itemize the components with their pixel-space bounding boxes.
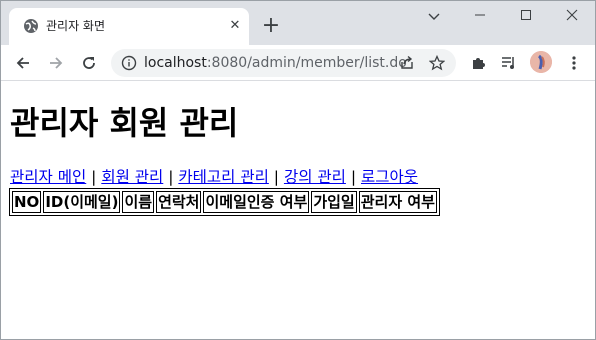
table-header-row: NO ID(이메일) 이름 연락처 이메일인증 여부 가입일 관리자 여부 [12, 191, 437, 213]
column-header-name: 이름 [122, 191, 155, 213]
minimize-icon[interactable] [465, 7, 495, 27]
tab-title: 관리자 화면 [46, 19, 106, 33]
menu-icon[interactable] [562, 51, 586, 75]
nav-link-member-management[interactable]: 회원 관리 [101, 168, 163, 186]
nav-separator: | [86, 168, 102, 186]
column-header-email-verified: 이메일인증 여부 [203, 191, 310, 213]
tab-search-icon[interactable] [419, 7, 449, 27]
window-close-icon[interactable] [557, 7, 587, 27]
globe-icon [23, 18, 39, 34]
tab-strip: 관리자 화면 ✕ + [1, 1, 595, 45]
nav-link-admin-main[interactable]: 관리자 메인 [10, 168, 86, 186]
column-header-no: NO [12, 191, 42, 213]
media-control-icon[interactable] [497, 51, 521, 75]
admin-nav: 관리자 메인 | 회원 관리 | 카테고리 관리 | 강의 관리 | 로그아웃 [10, 167, 418, 187]
column-header-is-admin: 관리자 여부 [358, 191, 437, 213]
back-icon[interactable] [11, 51, 35, 75]
browser-toolbar: localhost:8080/admin/member/list.do [1, 45, 595, 81]
nav-link-logout[interactable]: 로그아웃 [361, 168, 418, 186]
site-info-icon[interactable] [117, 51, 141, 75]
close-icon[interactable]: ✕ [226, 17, 244, 35]
active-tab[interactable]: 관리자 화면 ✕ [9, 8, 249, 45]
member-table: NO ID(이메일) 이름 연락처 이메일인증 여부 가입일 관리자 여부 [9, 188, 440, 216]
profile-avatar[interactable] [530, 51, 552, 73]
forward-icon[interactable] [44, 51, 68, 75]
url-host: localhost [144, 55, 207, 71]
column-header-join-date: 가입일 [311, 191, 357, 213]
page-content: 관리자 회원 관리 관리자 메인 | 회원 관리 | 카테고리 관리 | 강의 … [1, 81, 595, 339]
column-header-phone: 연락처 [156, 191, 202, 213]
browser-window: 관리자 화면 ✕ + localhost:8080/admin/member/l… [0, 0, 596, 340]
nav-separator: | [163, 168, 179, 186]
nav-link-category-management[interactable]: 카테고리 관리 [178, 168, 269, 186]
reload-icon[interactable] [77, 51, 101, 75]
share-icon[interactable] [395, 51, 419, 75]
nav-separator: | [268, 168, 284, 186]
extensions-icon[interactable] [466, 51, 490, 75]
maximize-icon[interactable] [511, 7, 541, 27]
address-bar[interactable]: localhost:8080/admin/member/list.do [111, 49, 456, 77]
nav-separator: | [345, 168, 361, 186]
bookmark-star-icon[interactable] [425, 51, 449, 75]
nav-link-course-management[interactable]: 강의 관리 [284, 168, 346, 186]
page-title: 관리자 회원 관리 [10, 104, 239, 142]
column-header-id-email: ID(이메일) [43, 191, 121, 213]
url-text[interactable]: localhost:8080/admin/member/list.do [144, 55, 407, 71]
url-path: :8080/admin/member/list.do [206, 55, 407, 71]
new-tab-icon[interactable]: + [260, 15, 282, 37]
